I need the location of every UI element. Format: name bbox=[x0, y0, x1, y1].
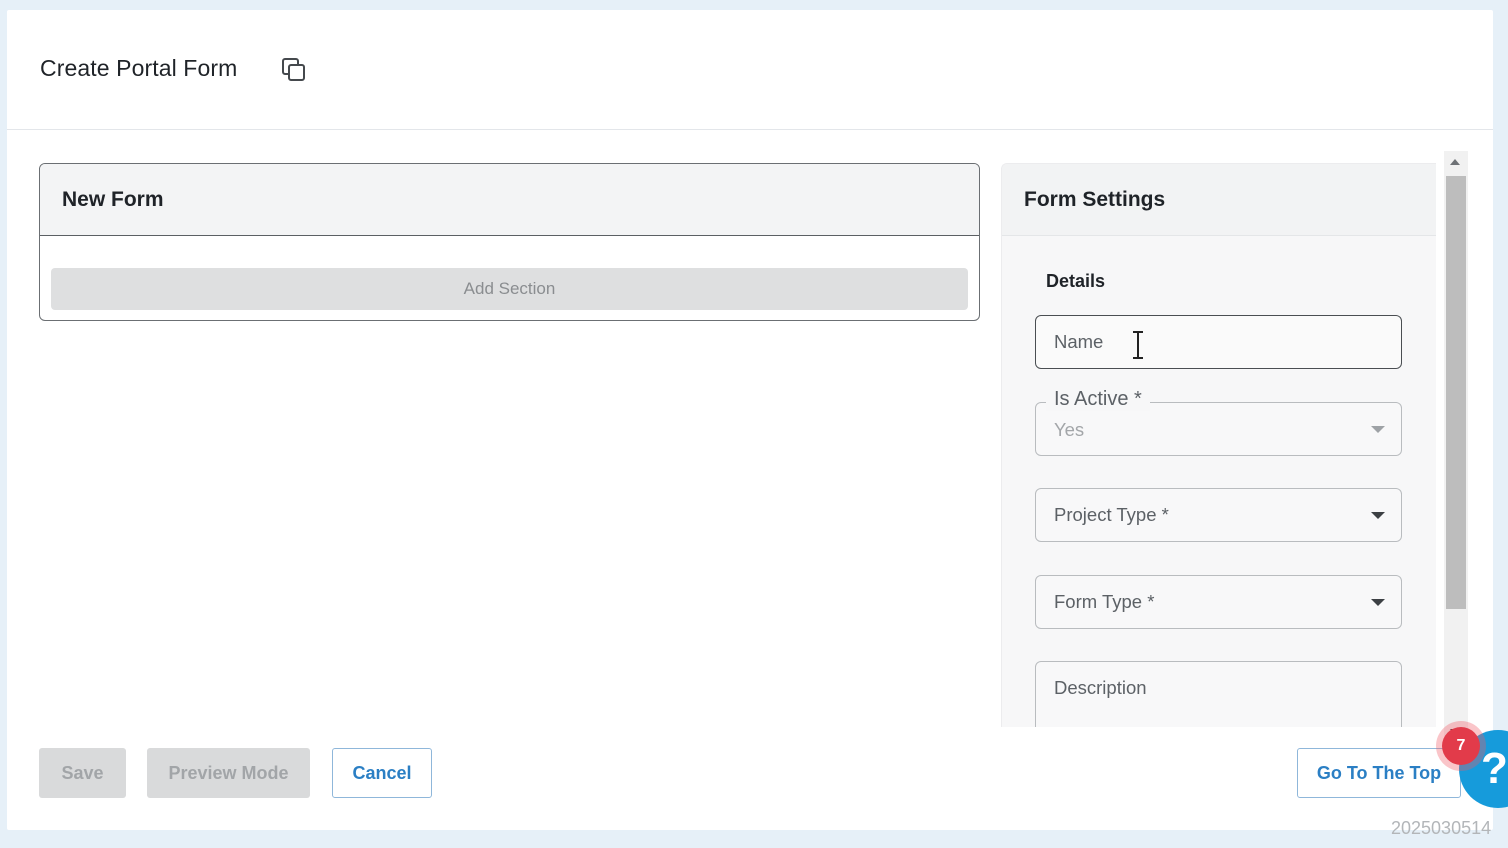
new-form-header: New Form bbox=[40, 164, 979, 236]
name-field[interactable]: Name bbox=[1035, 315, 1402, 369]
settings-scrollbar[interactable] bbox=[1444, 151, 1468, 737]
add-section-button[interactable]: Add Section bbox=[51, 268, 968, 310]
new-form-title: New Form bbox=[62, 188, 164, 211]
scroll-up-icon[interactable] bbox=[1450, 159, 1460, 165]
details-section-label: Details bbox=[1046, 271, 1106, 291]
preview-mode-button[interactable]: Preview Mode bbox=[147, 748, 310, 798]
is-active-select[interactable]: Is Active * Yes bbox=[1035, 388, 1402, 456]
form-type-placeholder: Form Type * bbox=[1054, 591, 1155, 612]
page-header: Create Portal Form bbox=[7, 10, 1493, 130]
text-cursor-icon bbox=[1133, 331, 1143, 359]
page-title: Create Portal Form bbox=[40, 55, 238, 81]
form-type-select[interactable]: Form Type * bbox=[1035, 575, 1402, 629]
form-settings-panel: Form Settings Details Name Is Active * Y… bbox=[1001, 163, 1436, 727]
is-active-value: Yes bbox=[1054, 419, 1085, 440]
project-type-placeholder: Project Type * bbox=[1054, 504, 1169, 525]
scrollbar-thumb[interactable] bbox=[1446, 176, 1466, 609]
project-type-select[interactable]: Project Type * bbox=[1035, 488, 1402, 542]
chevron-down-icon bbox=[1371, 426, 1385, 433]
new-form-panel: New Form Add Section bbox=[39, 163, 980, 321]
chevron-down-icon bbox=[1371, 599, 1385, 606]
description-placeholder: Description bbox=[1054, 677, 1147, 698]
is-active-label: Is Active * bbox=[1046, 388, 1150, 411]
notification-badge[interactable]: 7 bbox=[1442, 727, 1480, 765]
name-placeholder: Name bbox=[1054, 331, 1104, 352]
form-settings-title: Form Settings bbox=[1024, 188, 1166, 211]
chevron-down-icon bbox=[1371, 512, 1385, 519]
page-card: Create Portal Form New Form Add Section … bbox=[7, 10, 1493, 830]
description-field[interactable]: Description bbox=[1035, 661, 1402, 727]
form-settings-header: Form Settings bbox=[1002, 164, 1436, 236]
save-button[interactable]: Save bbox=[39, 748, 126, 798]
go-to-top-button[interactable]: Go To The Top bbox=[1297, 748, 1461, 798]
cancel-button[interactable]: Cancel bbox=[332, 748, 432, 798]
build-id: 2025030514 bbox=[1391, 818, 1492, 838]
copy-icon[interactable] bbox=[281, 57, 307, 83]
